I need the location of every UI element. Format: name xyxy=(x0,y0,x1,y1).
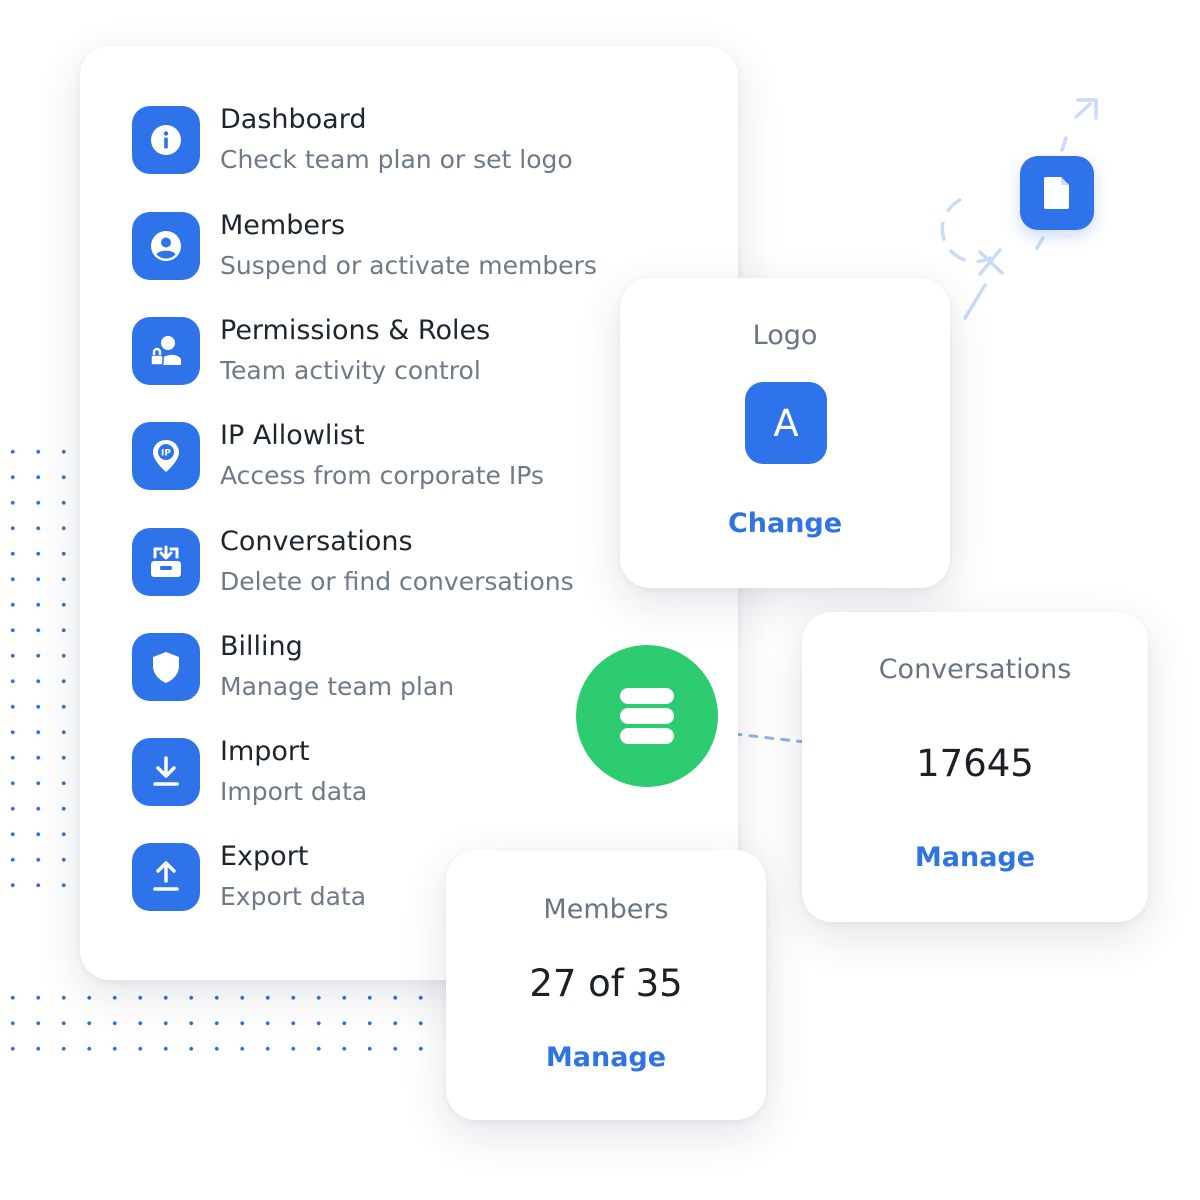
menu-item-title: Permissions & Roles xyxy=(220,315,491,346)
menu-item-import[interactable]: Import Import data xyxy=(132,736,368,808)
conversations-label: Conversations xyxy=(878,654,1072,685)
user-lock-icon xyxy=(132,317,200,385)
menu-item-title: Members xyxy=(220,210,346,241)
members-label: Members xyxy=(543,894,669,925)
members-count: 27 of 35 xyxy=(529,962,683,1005)
menu-item-subtitle: Suspend or activate members xyxy=(220,251,597,280)
menu-item-title: Billing xyxy=(220,631,303,662)
ip-pin-icon: IP xyxy=(132,422,200,490)
menu-item-subtitle: Access from corporate IPs xyxy=(220,461,544,490)
manage-members-button[interactable]: Manage xyxy=(446,1042,766,1073)
database-icon xyxy=(620,688,674,744)
manage-conversations-button[interactable]: Manage xyxy=(802,842,1148,873)
svg-text:IP: IP xyxy=(161,449,171,459)
logo-card: Logo A Change xyxy=(620,278,950,588)
menu-item-permissions-roles[interactable]: Permissions & Roles Team activity contro… xyxy=(132,315,491,387)
menu-item-members[interactable]: Members Suspend or activate members xyxy=(132,210,597,282)
menu-item-subtitle: Delete or find conversations xyxy=(220,567,574,596)
menu-item-subtitle: Export data xyxy=(220,882,367,911)
menu-item-export[interactable]: Export Export data xyxy=(132,841,367,913)
integration-illustration: Dashboard Check team plan or set logo Me… xyxy=(0,0,1200,1200)
menu-item-subtitle: Manage team plan xyxy=(220,672,455,701)
menu-item-title: IP Allowlist xyxy=(220,420,365,451)
conversations-card: Conversations 17645 Manage xyxy=(802,612,1148,922)
user-circle-icon xyxy=(132,212,200,280)
menu-item-subtitle: Import data xyxy=(220,777,368,806)
menu-item-title: Conversations xyxy=(220,526,413,557)
change-logo-button[interactable]: Change xyxy=(620,508,950,539)
inbox-icon xyxy=(132,528,200,596)
team-logo-avatar: A xyxy=(745,382,827,464)
menu-item-conversations[interactable]: Conversations Delete or find conversatio… xyxy=(132,526,574,598)
shield-icon xyxy=(132,633,200,701)
menu-item-subtitle: Team activity control xyxy=(220,356,481,385)
conversations-count: 17645 xyxy=(916,742,1034,785)
members-card: Members 27 of 35 Manage xyxy=(446,850,766,1120)
menu-item-title: Export xyxy=(220,841,309,872)
document-icon xyxy=(1020,156,1094,230)
menu-item-subtitle: Check team plan or set logo xyxy=(220,145,573,174)
menu-item-dashboard[interactable]: Dashboard Check team plan or set logo xyxy=(132,104,573,176)
menu-item-title: Dashboard xyxy=(220,104,367,135)
database-hub xyxy=(576,645,718,787)
menu-item-ip-allowlist[interactable]: IP IP Allowlist Access from corporate IP… xyxy=(132,420,544,492)
menu-item-billing[interactable]: Billing Manage team plan xyxy=(132,631,455,703)
info-icon xyxy=(132,106,200,174)
menu-item-title: Import xyxy=(220,736,310,767)
logo-label: Logo xyxy=(752,320,818,351)
download-icon xyxy=(132,738,200,806)
upload-icon xyxy=(132,843,200,911)
